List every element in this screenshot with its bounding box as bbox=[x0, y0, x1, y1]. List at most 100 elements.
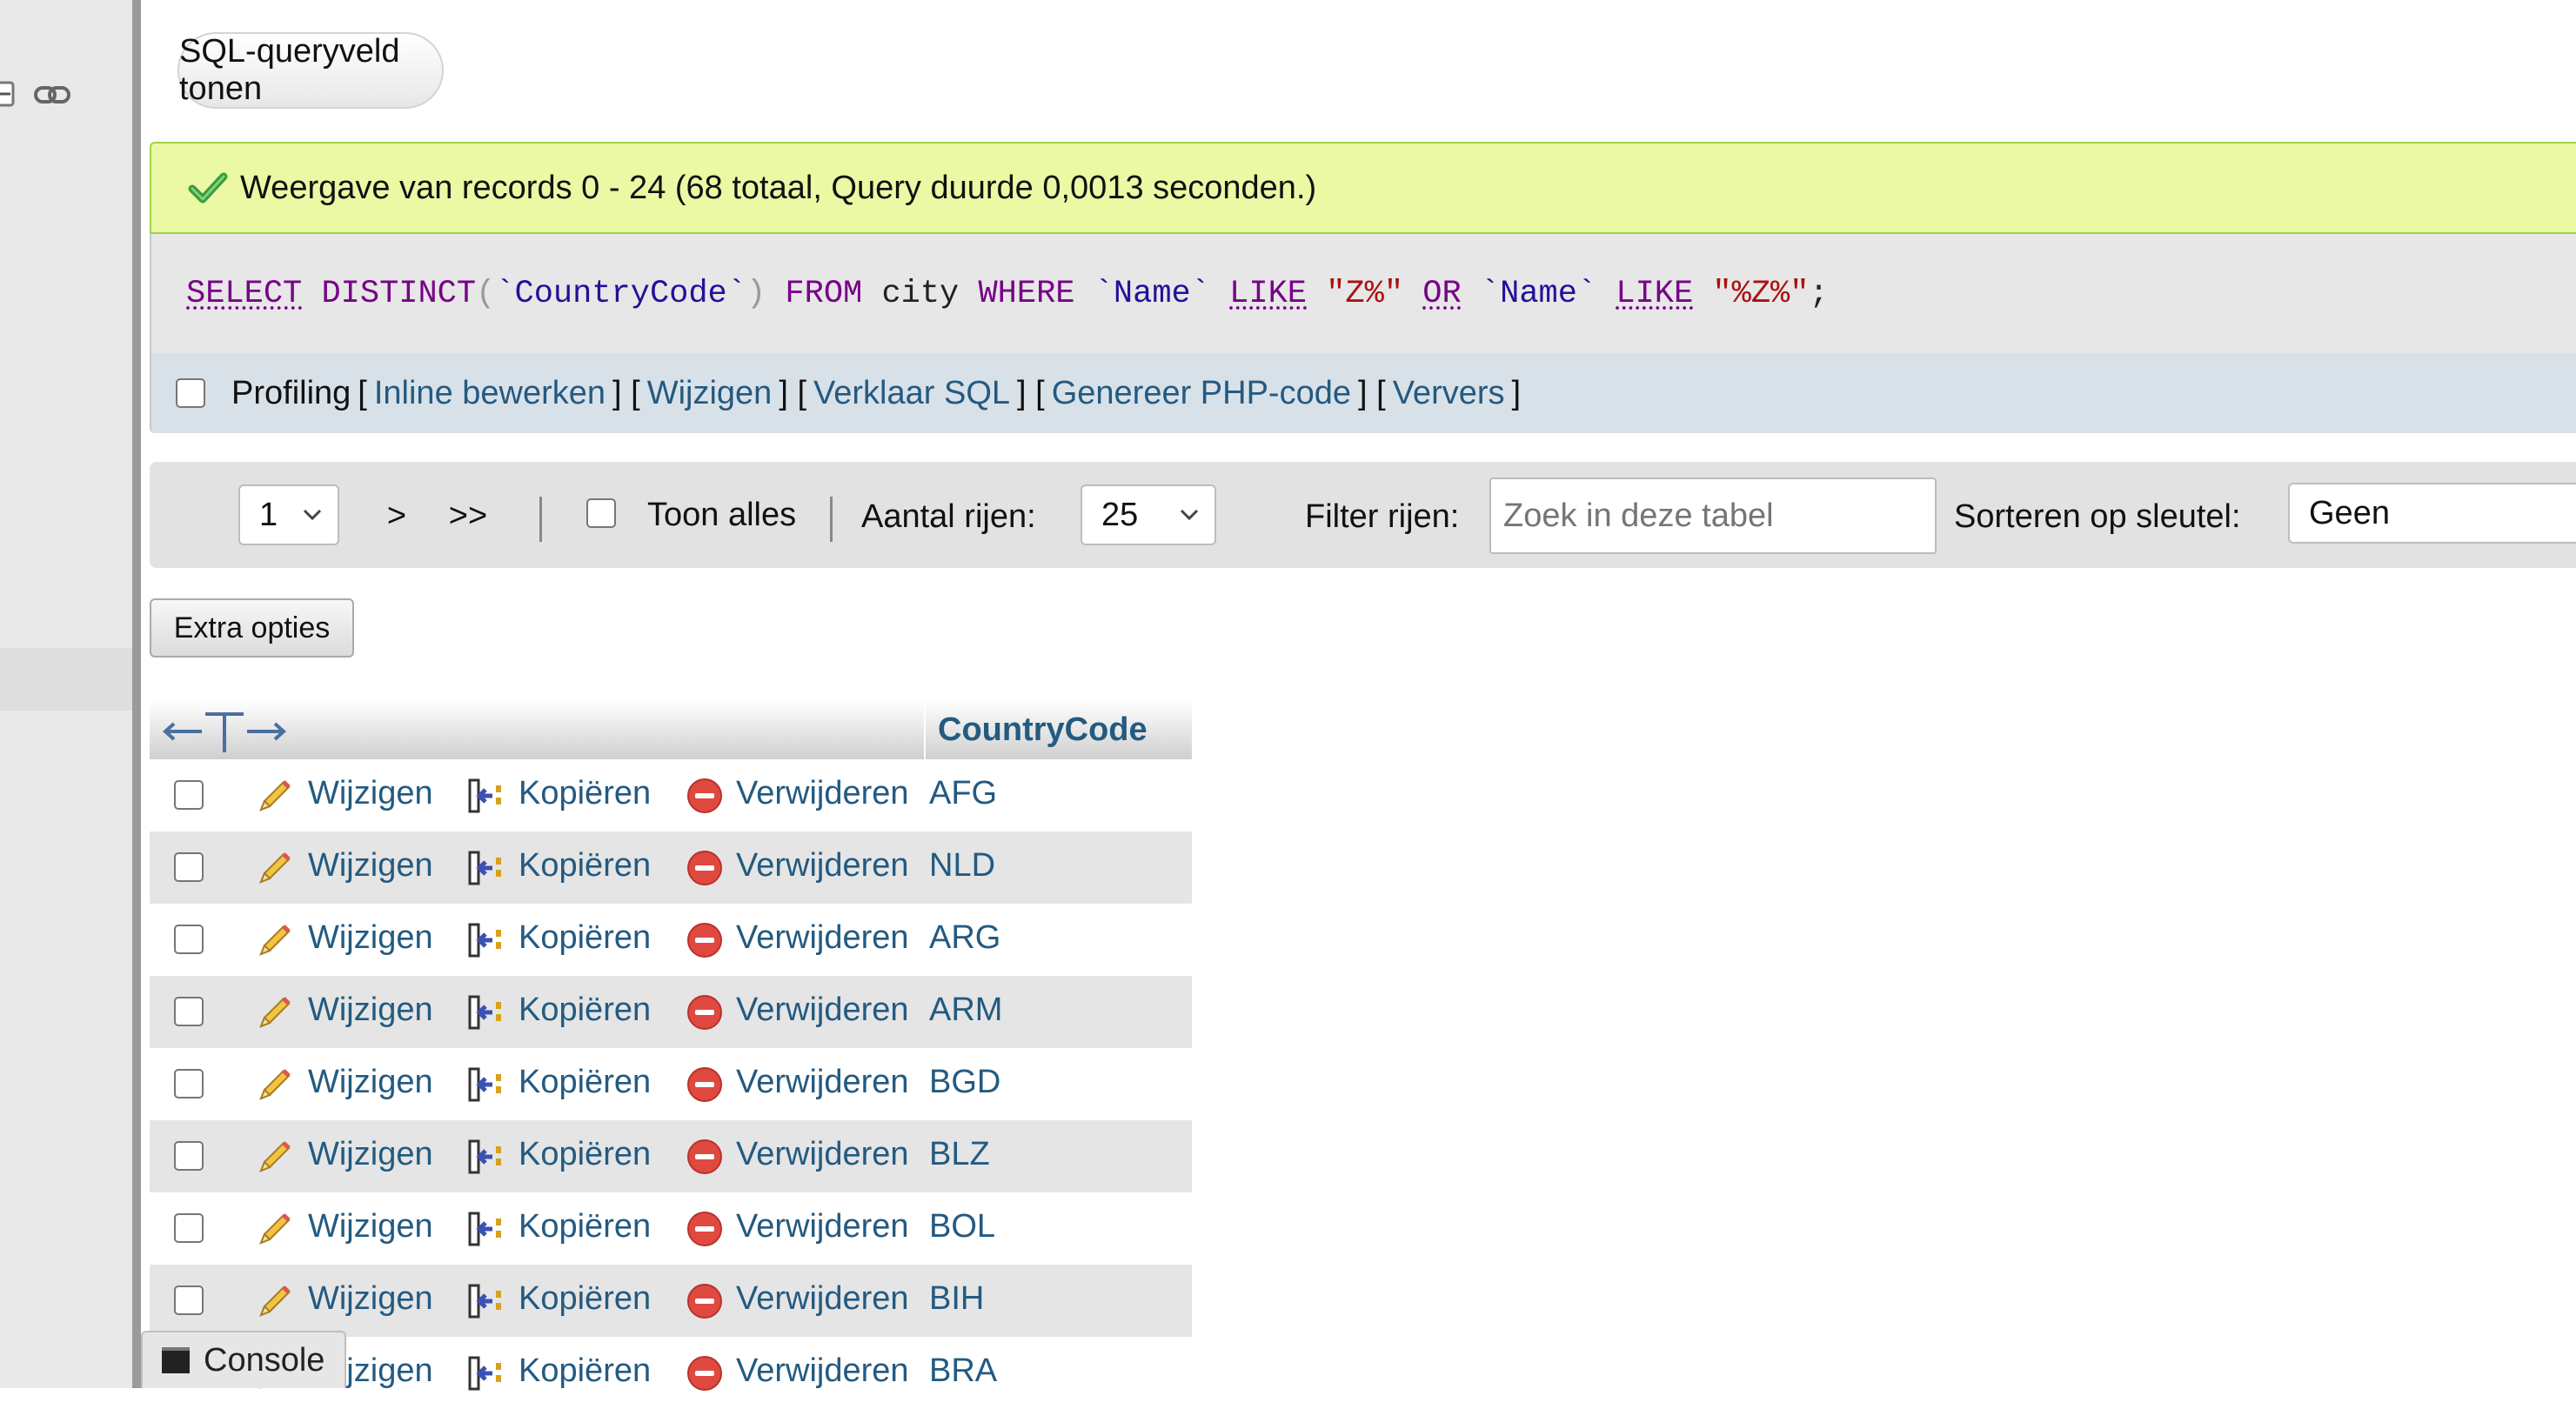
copy-icon[interactable] bbox=[466, 849, 505, 887]
delete-row-link[interactable]: Verwijderen bbox=[736, 1136, 909, 1173]
edit-row-link[interactable]: Wijzigen bbox=[308, 992, 433, 1029]
sql-keyword[interactable]: OR bbox=[1422, 276, 1461, 312]
inline-edit-link[interactable]: Inline bewerken bbox=[374, 375, 606, 412]
copy-icon[interactable] bbox=[466, 1138, 505, 1176]
countrycode-cell[interactable]: BLZ bbox=[929, 1136, 990, 1173]
sql-keyword[interactable]: LIKE bbox=[1229, 276, 1307, 312]
edit-row-link[interactable]: Wijzigen bbox=[308, 1208, 433, 1245]
delete-row-link[interactable]: Verwijderen bbox=[736, 847, 909, 885]
link-icon[interactable] bbox=[33, 83, 71, 106]
pencil-icon[interactable] bbox=[256, 1138, 294, 1176]
copy-icon[interactable] bbox=[466, 1282, 505, 1320]
row-checkbox[interactable] bbox=[174, 1285, 204, 1315]
edit-row-link[interactable]: Wijzigen bbox=[308, 1136, 433, 1173]
countrycode-cell[interactable]: BGD bbox=[929, 1064, 1000, 1101]
edit-row-link[interactable]: Wijzigen bbox=[308, 919, 433, 957]
column-arrows-icon[interactable] bbox=[162, 705, 287, 754]
pencil-icon[interactable] bbox=[256, 1210, 294, 1248]
sort-by-key-select[interactable]: Geen bbox=[2288, 483, 2576, 544]
row-checkbox[interactable] bbox=[174, 852, 204, 882]
toggle-query-box-button[interactable]: SQL-queryveld tonen bbox=[177, 32, 444, 109]
countrycode-cell[interactable]: BOL bbox=[929, 1208, 995, 1245]
edit-query-link[interactable]: Wijzigen bbox=[647, 375, 773, 412]
edit-row-link[interactable]: Wijzigen bbox=[308, 847, 433, 885]
delete-row-link[interactable]: Verwijderen bbox=[736, 775, 909, 812]
countrycode-cell[interactable]: ARG bbox=[929, 919, 1000, 957]
copy-icon[interactable] bbox=[466, 1065, 505, 1104]
console-tab[interactable]: Console bbox=[141, 1331, 346, 1388]
pencil-icon[interactable] bbox=[256, 993, 294, 1032]
copy-icon[interactable] bbox=[466, 921, 505, 959]
filter-rows-input[interactable] bbox=[1489, 477, 1937, 554]
delete-icon[interactable] bbox=[686, 1065, 724, 1104]
pencil-icon[interactable] bbox=[256, 921, 294, 959]
copy-row-link[interactable]: Kopiëren bbox=[519, 775, 651, 812]
delete-icon[interactable] bbox=[686, 1354, 724, 1392]
row-checkbox[interactable] bbox=[174, 925, 204, 954]
sidebar-resizer[interactable] bbox=[132, 0, 141, 1388]
collapse-icon[interactable] bbox=[0, 80, 16, 108]
delete-row-link[interactable]: Verwijderen bbox=[736, 919, 909, 957]
copy-icon[interactable] bbox=[466, 1354, 505, 1392]
delete-icon[interactable] bbox=[686, 849, 724, 887]
sql-keyword[interactable]: SELECT bbox=[186, 276, 302, 312]
edit-row-link[interactable]: Wijzigen bbox=[308, 1064, 433, 1101]
copy-row-link[interactable]: Kopiëren bbox=[519, 1352, 651, 1390]
edit-row-link[interactable]: Wijzigen bbox=[308, 1280, 433, 1318]
sort-by-key-label: Sorteren op sleutel: bbox=[1954, 498, 2241, 535]
copy-icon[interactable] bbox=[466, 1210, 505, 1248]
rows-per-page-select[interactable]: 25 bbox=[1081, 484, 1216, 545]
page-select[interactable]: 1 bbox=[238, 484, 339, 545]
delete-icon[interactable] bbox=[686, 777, 724, 815]
refresh-link[interactable]: Ververs bbox=[1393, 375, 1505, 412]
sql-keyword[interactable]: LIKE bbox=[1616, 276, 1693, 312]
show-all-label[interactable]: Toon alles bbox=[647, 497, 796, 534]
edit-row-link[interactable]: Wijzigen bbox=[308, 775, 433, 812]
copy-row-link[interactable]: Kopiëren bbox=[519, 919, 651, 957]
copy-icon[interactable] bbox=[466, 993, 505, 1032]
pencil-icon[interactable] bbox=[256, 1282, 294, 1320]
delete-icon[interactable] bbox=[686, 921, 724, 959]
copy-row-link[interactable]: Kopiëren bbox=[519, 1280, 651, 1318]
countrycode-cell[interactable]: BRA bbox=[929, 1352, 997, 1390]
copy-row-link[interactable]: Kopiëren bbox=[519, 1208, 651, 1245]
copy-icon[interactable] bbox=[466, 777, 505, 815]
copy-row-link[interactable]: Kopiëren bbox=[519, 847, 651, 885]
column-header-label[interactable]: CountryCode bbox=[938, 711, 1147, 749]
pencil-icon[interactable] bbox=[256, 849, 294, 887]
countrycode-cell[interactable]: BIH bbox=[929, 1280, 984, 1318]
copy-row-link[interactable]: Kopiëren bbox=[519, 1064, 651, 1101]
sql-identifier: `Name` bbox=[1480, 275, 1597, 312]
next-page-button[interactable]: > bbox=[362, 471, 432, 561]
pencil-icon[interactable] bbox=[256, 1065, 294, 1104]
delete-icon[interactable] bbox=[686, 1210, 724, 1248]
last-page-button[interactable]: >> bbox=[433, 471, 503, 561]
explain-sql-link[interactable]: Verklaar SQL bbox=[813, 375, 1010, 412]
row-checkbox[interactable] bbox=[174, 1141, 204, 1171]
sort-by-key-value: Geen bbox=[2309, 494, 2390, 531]
delete-row-link[interactable]: Verwijderen bbox=[736, 1064, 909, 1101]
delete-icon[interactable] bbox=[686, 1282, 724, 1320]
delete-row-link[interactable]: Verwijderen bbox=[736, 1208, 909, 1245]
copy-row-link[interactable]: Kopiëren bbox=[519, 1136, 651, 1173]
countrycode-cell[interactable]: NLD bbox=[929, 847, 995, 885]
delete-icon[interactable] bbox=[686, 993, 724, 1032]
show-all-checkbox[interactable] bbox=[586, 498, 616, 528]
countrycode-cell[interactable]: AFG bbox=[929, 775, 997, 812]
pencil-icon[interactable] bbox=[256, 777, 294, 815]
row-checkbox[interactable] bbox=[174, 997, 204, 1026]
generate-php-link[interactable]: Genereer PHP-code bbox=[1052, 375, 1351, 412]
profiling-checkbox[interactable] bbox=[176, 378, 205, 408]
row-checkbox[interactable] bbox=[174, 780, 204, 810]
column-header-countrycode[interactable]: CountryCode bbox=[924, 700, 1192, 759]
extra-options-button[interactable]: Extra opties bbox=[150, 598, 354, 658]
check-icon bbox=[188, 172, 228, 204]
delete-row-link[interactable]: Verwijderen bbox=[736, 992, 909, 1029]
delete-row-link[interactable]: Verwijderen bbox=[736, 1352, 909, 1390]
row-checkbox[interactable] bbox=[174, 1213, 204, 1243]
delete-icon[interactable] bbox=[686, 1138, 724, 1176]
copy-row-link[interactable]: Kopiëren bbox=[519, 992, 651, 1029]
delete-row-link[interactable]: Verwijderen bbox=[736, 1280, 909, 1318]
row-checkbox[interactable] bbox=[174, 1069, 204, 1098]
countrycode-cell[interactable]: ARM bbox=[929, 992, 1002, 1029]
